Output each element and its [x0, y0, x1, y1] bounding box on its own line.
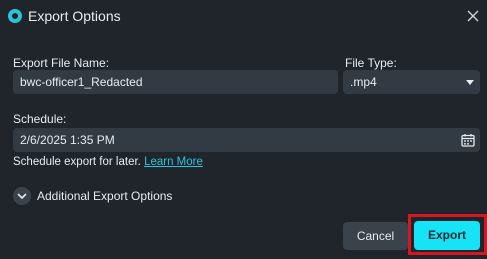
schedule-datetime-input[interactable]: 2/6/2025 1:35 PM	[13, 128, 480, 152]
close-icon	[467, 10, 479, 22]
file-name-input[interactable]: bwc-officer1_Redacted	[13, 70, 338, 94]
app-logo-icon	[8, 9, 22, 23]
chevron-down-icon	[13, 187, 31, 205]
calendar-icon[interactable]	[461, 133, 475, 147]
cancel-button[interactable]: Cancel	[343, 222, 408, 250]
title-bar: Export Options	[0, 0, 487, 34]
file-type-value: .mp4	[350, 75, 377, 89]
schedule-helper-text: Schedule export for later. Learn More	[13, 156, 203, 168]
export-options-dialog: Export Options Export File Name: bwc-off…	[0, 0, 487, 259]
close-button[interactable]	[463, 6, 483, 26]
file-name-label: Export File Name:	[13, 56, 110, 70]
file-type-select[interactable]: .mp4	[343, 70, 480, 94]
schedule-value: 2/6/2025 1:35 PM	[20, 133, 115, 147]
schedule-label: Schedule:	[13, 112, 67, 126]
export-button[interactable]: Export	[414, 221, 480, 250]
schedule-helper-label: Schedule export for later.	[13, 156, 141, 168]
learn-more-link[interactable]: Learn More	[144, 156, 203, 168]
file-type-label: File Type:	[345, 56, 397, 70]
chevron-down-icon	[466, 80, 474, 85]
dialog-title: Export Options	[28, 8, 121, 24]
additional-options-label: Additional Export Options	[37, 189, 173, 203]
